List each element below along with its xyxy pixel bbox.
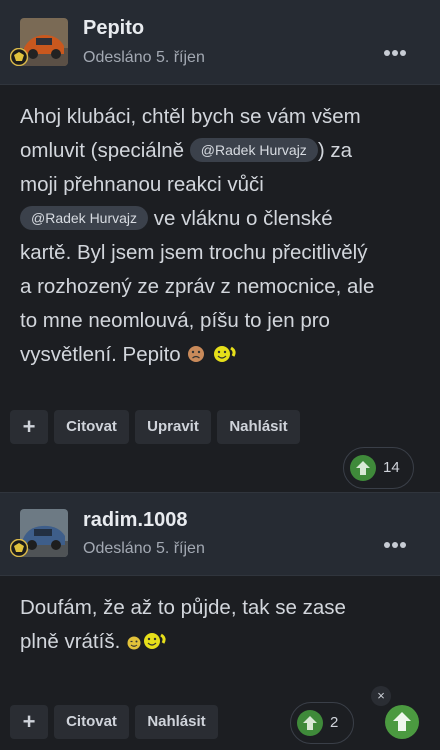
post-content: Ahoj klubáci, chtěl bych se vám všem oml…: [20, 100, 420, 375]
waving-smiley-emoji-icon: [212, 341, 238, 375]
post-text: plně vrátíš.: [20, 630, 121, 653]
post-text: ) za: [317, 139, 352, 162]
more-options-icon[interactable]: [384, 43, 408, 56]
post-text: vysvětlení. Pepito: [20, 343, 181, 366]
waving-smiley-emoji-icon: [142, 628, 168, 662]
post-text-line: omluvit (speciálně @Radek Hurvajz) za: [20, 134, 420, 168]
quote-button[interactable]: Citovat: [54, 705, 129, 739]
reaction-button[interactable]: 14: [343, 447, 414, 489]
post-header: radim.1008 Odesláno 5. říjen: [0, 492, 440, 576]
user-mention[interactable]: @Radek Hurvajz: [20, 206, 149, 230]
upvote-arrow-icon: [350, 455, 376, 481]
report-button[interactable]: Nahlásit: [217, 410, 300, 444]
multiquote-plus-button[interactable]: +: [10, 705, 48, 739]
post-text: ve vláknu o členské: [153, 207, 333, 230]
report-button[interactable]: Nahlásit: [135, 705, 218, 739]
more-options-icon[interactable]: [384, 535, 408, 548]
rank-badge-icon: [9, 47, 29, 67]
reaction-button[interactable]: 2: [290, 702, 354, 744]
wink-emoji-icon: [126, 628, 142, 662]
post-text-line: to mne neomlouvá, píšu to jen pro: [20, 309, 330, 332]
sad-face-emoji-icon: [186, 341, 206, 375]
reaction-count: 2: [330, 714, 339, 731]
post-text-line: a rozhozený ze zpráv z nemocnice, ale: [20, 275, 375, 298]
post-text-line: vysvětlení. Pepito: [20, 338, 420, 375]
user-mention[interactable]: @Radek Hurvajz: [189, 138, 318, 162]
upvote-arrow-icon: [297, 710, 323, 736]
post-text-line: moji přehnanou reakci vůči: [20, 173, 264, 196]
quote-button[interactable]: Citovat: [54, 410, 129, 444]
author-name[interactable]: radim.1008: [83, 509, 188, 532]
post-text-line: @Radek Hurvajz ve vláknu o členské: [20, 202, 420, 236]
post-text-line: kartě. Byl jsem jsem trochu přecitlivělý: [20, 241, 368, 264]
post-text-line: Doufám, že až to půjde, tak se zase: [20, 596, 346, 619]
reaction-count: 14: [383, 459, 400, 476]
post-text-line: plně vrátíš.: [20, 625, 420, 662]
post-text-line: Ahoj klubáci, chtěl bych se vám všem: [20, 105, 361, 128]
close-icon[interactable]: ×: [371, 686, 391, 706]
post-content: Doufám, že až to půjde, tak se zase plně…: [20, 591, 420, 662]
react-upvote-icon[interactable]: [385, 705, 419, 739]
edit-button[interactable]: Upravit: [135, 410, 211, 444]
rank-badge-icon: [9, 538, 29, 558]
post-date[interactable]: Odesláno 5. říjen: [83, 49, 205, 67]
multiquote-plus-button[interactable]: +: [10, 410, 48, 444]
post-header: Pepito Odesláno 5. říjen: [0, 0, 440, 85]
post-text: omluvit (speciálně: [20, 139, 185, 162]
post-date[interactable]: Odesláno 5. říjen: [83, 540, 205, 558]
author-name[interactable]: Pepito: [83, 17, 144, 40]
